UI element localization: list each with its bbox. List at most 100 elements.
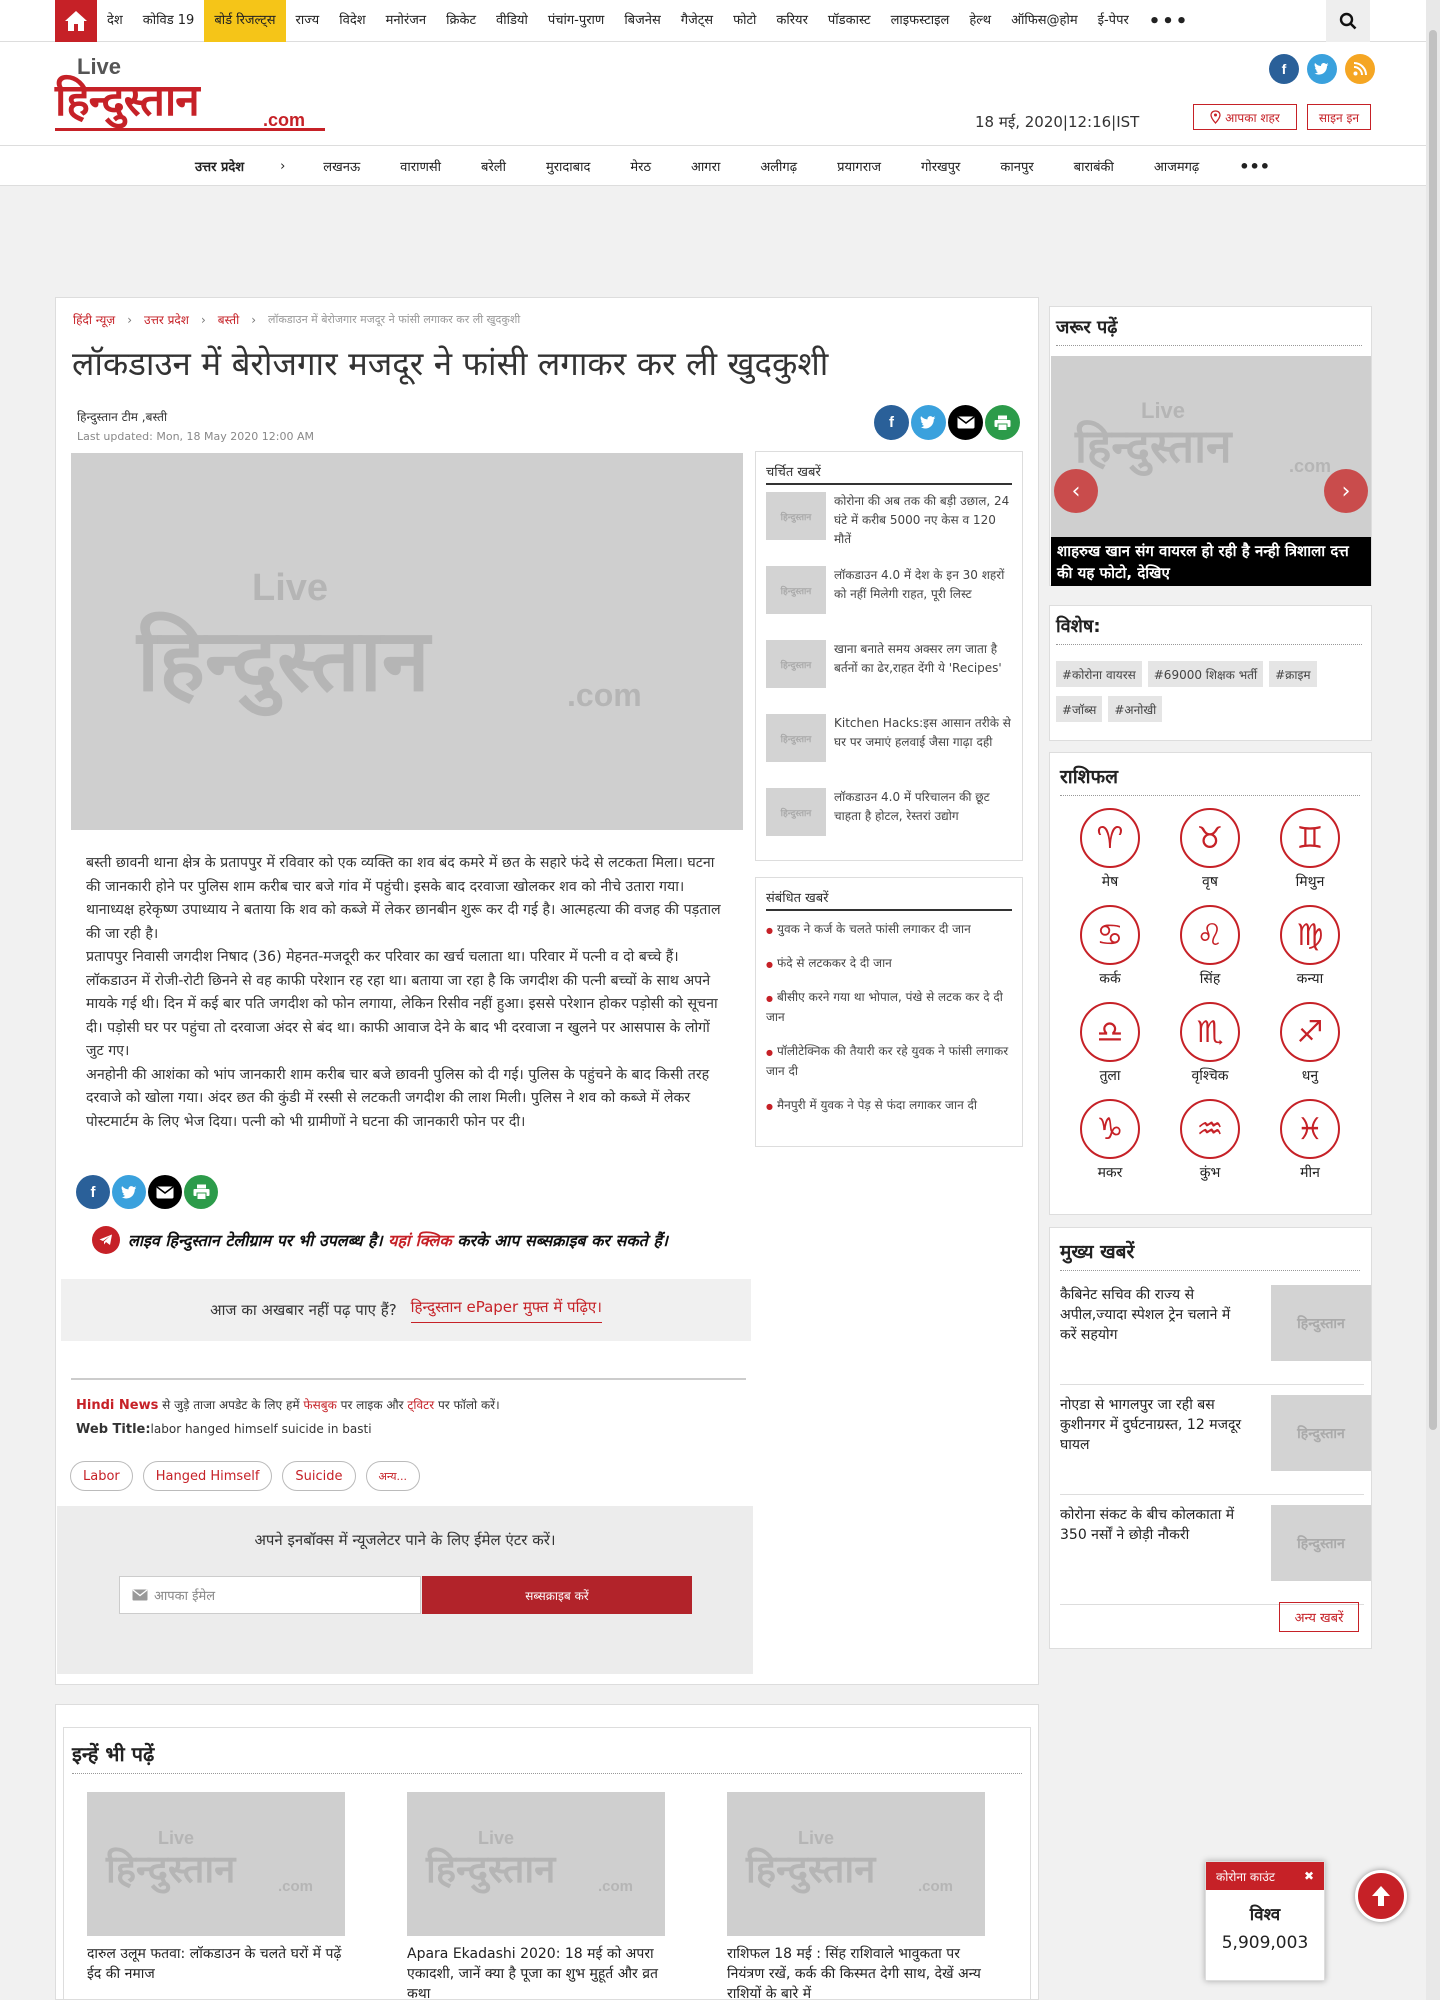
city-nav-item[interactable]: आजमगढ़ bbox=[1134, 157, 1219, 175]
nav-item[interactable]: बोर्ड रिजल्ट्स bbox=[204, 0, 286, 42]
nav-item[interactable]: वीडियो bbox=[486, 0, 538, 42]
twitter-share-icon[interactable] bbox=[911, 405, 946, 440]
nav-item[interactable]: पंचांग-पुराण bbox=[538, 0, 614, 42]
horoscope-sign-3[interactable]: ♊ मिथुन bbox=[1260, 808, 1360, 891]
horoscope-sign-8[interactable]: ♏ वृश्चिक bbox=[1160, 1002, 1260, 1085]
breadcrumb-link[interactable]: उत्तर प्रदेश bbox=[144, 311, 189, 328]
article-tag[interactable]: Labor bbox=[70, 1461, 133, 1491]
nav-item[interactable]: राज्य bbox=[286, 0, 330, 42]
special-topic-tag[interactable]: #69000 शिक्षक भर्ती bbox=[1147, 661, 1264, 687]
city-nav-item[interactable]: अलीगढ़ bbox=[740, 157, 817, 175]
subscribe-button[interactable]: सब्सक्राइब करें bbox=[422, 1576, 692, 1614]
nav-item[interactable]: फोटो bbox=[723, 0, 766, 42]
print-icon[interactable] bbox=[184, 1175, 218, 1209]
nav-item[interactable]: बिजनेस bbox=[614, 0, 670, 42]
facebook-share-icon[interactable]: f bbox=[76, 1175, 110, 1209]
more-menu-icon[interactable]: ••• bbox=[1139, 11, 1200, 32]
nav-item[interactable]: क्रिकेट bbox=[436, 0, 486, 42]
city-nav-item[interactable]: लखनऊ bbox=[303, 157, 380, 175]
trending-news-item[interactable]: हिन्दुस्तान लॉकडाउन 4.0 में परिचालन की छू… bbox=[766, 788, 1016, 836]
related-news-item[interactable]: ● मैनपुरी में युवक ने पेड़ से फंदा लगाकर … bbox=[766, 1096, 1016, 1116]
twitter-link[interactable]: ट्विटर bbox=[407, 1398, 434, 1412]
top-news-item[interactable]: कैबिनेट सचिव की राज्य से अपील,ज्यादा स्प… bbox=[1060, 1285, 1371, 1385]
city-nav-item[interactable]: प्रयागराज bbox=[817, 157, 901, 175]
nav-item[interactable]: ई-पेपर bbox=[1088, 0, 1139, 42]
city-nav-item[interactable]: कानपुर bbox=[980, 157, 1053, 175]
must-read-caption[interactable]: शाहरुख खान संग वायरल हो रही है नन्ही त्र… bbox=[1051, 537, 1371, 586]
hindi-news-link[interactable]: Hindi News bbox=[76, 1398, 158, 1413]
nav-item[interactable]: पॉडकास्ट bbox=[818, 0, 881, 42]
special-topic-tag[interactable]: #अनोखी bbox=[1108, 696, 1163, 722]
page-scrollbar[interactable] bbox=[1426, 0, 1440, 2000]
epaper-link[interactable]: हिन्दुस्तान ePaper मुफ्त में पढ़िए। bbox=[410, 1297, 602, 1323]
nav-item[interactable]: देश bbox=[97, 0, 133, 42]
facebook-link[interactable]: फेसबुक bbox=[303, 1398, 336, 1412]
email-share-icon[interactable] bbox=[148, 1175, 182, 1209]
signin-button[interactable]: साइन इन bbox=[1307, 104, 1371, 130]
nav-item[interactable]: विदेश bbox=[329, 0, 375, 42]
trending-news-item[interactable]: हिन्दुस्तान कोरोना की अब तक की बड़ी उछाल,… bbox=[766, 492, 1016, 549]
newsletter-email-input[interactable]: आपका ईमेल bbox=[119, 1576, 421, 1614]
more-cities-icon[interactable]: ••• bbox=[1219, 157, 1290, 176]
city-nav-item[interactable]: मेरठ bbox=[610, 157, 671, 175]
nav-item[interactable]: कोविड 19 bbox=[133, 0, 205, 42]
related-news-item[interactable]: ● बीसीए करने गया था भोपाल, पंखे से लटक कर… bbox=[766, 988, 1016, 1027]
rss-icon[interactable] bbox=[1345, 54, 1375, 84]
more-news-button[interactable]: अन्य खबरें bbox=[1279, 1602, 1359, 1632]
top-news-item[interactable]: नोएडा से भागलपुर जा रही बस कुशीनगर में द… bbox=[1060, 1395, 1371, 1495]
horoscope-sign-2[interactable]: ♉ वृष bbox=[1160, 808, 1260, 891]
special-topic-tag[interactable]: #कोरोना वायरस bbox=[1056, 661, 1142, 687]
horoscope-sign-6[interactable]: ♍ कन्या bbox=[1260, 905, 1360, 988]
related-news-item[interactable]: ● युवक ने कर्ज के चलते फांसी लगाकर दी जान bbox=[766, 920, 1016, 940]
article-tag[interactable]: अन्य... bbox=[365, 1461, 421, 1491]
city-nav-item[interactable]: बाराबंकी bbox=[1054, 157, 1134, 175]
breadcrumb-link[interactable]: बस्ती bbox=[218, 311, 239, 328]
carousel-next-button[interactable]: › bbox=[1324, 469, 1368, 513]
twitter-icon[interactable] bbox=[1307, 54, 1337, 84]
nav-item[interactable]: मनोरंजन bbox=[376, 0, 437, 42]
scrollbar-thumb[interactable] bbox=[1429, 30, 1437, 1430]
city-nav-item[interactable]: मुरादाबाद bbox=[526, 157, 610, 175]
related-news-item[interactable]: ● पॉलीटेक्निक की तैयारी कर रहे युवक ने फा… bbox=[766, 1042, 1016, 1081]
print-icon[interactable] bbox=[985, 405, 1020, 440]
nav-item[interactable]: हेल्थ bbox=[959, 0, 1001, 42]
trending-news-item[interactable]: हिन्दुस्तान खाना बनाते समय अक्सर लग जाता … bbox=[766, 640, 1016, 688]
trending-news-item[interactable]: हिन्दुस्तान Kitchen Hacks:इस आसान तरीके स… bbox=[766, 714, 1016, 762]
horoscope-sign-4[interactable]: ♋ कर्क bbox=[1060, 905, 1160, 988]
site-logo[interactable]: Live हिन्दुस्तान .com bbox=[55, 54, 325, 134]
telegram-link[interactable]: यहां क्लिक bbox=[388, 1231, 452, 1250]
close-icon[interactable]: ✖ bbox=[1304, 1869, 1314, 1883]
nav-item[interactable]: करियर bbox=[766, 0, 818, 42]
email-share-icon[interactable] bbox=[948, 405, 983, 440]
trending-news-item[interactable]: हिन्दुस्तान लॉकडाउन 4.0 में देश के इन 30 … bbox=[766, 566, 1016, 614]
horoscope-sign-10[interactable]: ♑ मकर bbox=[1060, 1099, 1160, 1182]
horoscope-sign-11[interactable]: ♒ कुंभ bbox=[1160, 1099, 1260, 1182]
breadcrumb-link[interactable]: हिंदी न्यूज़ bbox=[73, 311, 115, 328]
carousel-prev-button[interactable]: ‹ bbox=[1054, 469, 1098, 513]
city-nav-item[interactable]: बरेली bbox=[461, 157, 526, 175]
twitter-share-icon[interactable] bbox=[112, 1175, 146, 1209]
your-city-button[interactable]: आपका शहर bbox=[1193, 104, 1297, 130]
city-nav-item[interactable]: आगरा bbox=[671, 157, 740, 175]
also-read-card[interactable]: Live हिन्दुस्तान .com दारुल उलूम फतवा: लॉकड… bbox=[87, 1792, 347, 1984]
nav-item[interactable]: ऑफिस@होम bbox=[1001, 0, 1088, 42]
nav-item[interactable]: लाइफस्टाइल bbox=[881, 0, 960, 42]
article-tag[interactable]: Suicide bbox=[282, 1461, 356, 1491]
horoscope-sign-12[interactable]: ♓ मीन bbox=[1260, 1099, 1360, 1182]
horoscope-sign-1[interactable]: ♈ मेष bbox=[1060, 808, 1160, 891]
special-topic-tag[interactable]: #क्राइम bbox=[1269, 661, 1317, 687]
horoscope-sign-9[interactable]: ♐ धनु bbox=[1260, 1002, 1360, 1085]
must-read-carousel[interactable]: Live हिन्दुस्तान .com ‹ › शाहरुख खान संग… bbox=[1051, 356, 1371, 586]
scroll-to-top-button[interactable] bbox=[1355, 1870, 1407, 1922]
also-read-card[interactable]: Live हिन्दुस्तान .com राशिफल 18 मई : सिंह र… bbox=[727, 1792, 987, 2000]
horoscope-sign-7[interactable]: ♎ तुला bbox=[1060, 1002, 1160, 1085]
also-read-card[interactable]: Live हिन्दुस्तान .com Apara Ekadashi 2020: … bbox=[407, 1792, 667, 2000]
related-news-item[interactable]: ● फंदे से लटककर दे दी जान bbox=[766, 954, 1016, 974]
search-button[interactable] bbox=[1326, 0, 1370, 42]
special-topic-tag[interactable]: #जॉब्स bbox=[1056, 696, 1103, 722]
nav-item[interactable]: गैजेट्स bbox=[671, 0, 723, 42]
home-button[interactable] bbox=[55, 0, 97, 42]
city-nav-item[interactable]: गोरखपुर bbox=[901, 157, 980, 175]
facebook-share-icon[interactable]: f bbox=[874, 405, 909, 440]
city-nav-state[interactable]: उत्तर प्रदेश bbox=[175, 157, 262, 175]
